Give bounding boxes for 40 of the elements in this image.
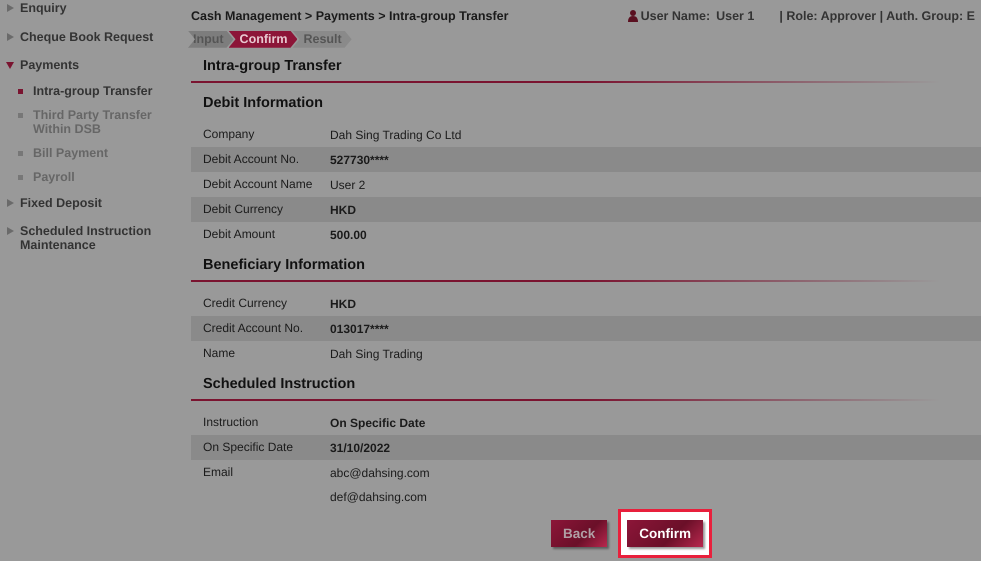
field-value: 013017**** xyxy=(330,320,389,338)
role-info: | Role: Approver | Auth. Group: E xyxy=(779,8,975,25)
field-value: HKD xyxy=(330,202,356,219)
field-label: Debit Account No. xyxy=(202,150,300,168)
field-value: Dah Sing Trading Co Ltd xyxy=(330,126,462,144)
field-label: Debit Amount xyxy=(202,226,276,243)
user-icon xyxy=(628,10,638,22)
back-button[interactable]: Back xyxy=(550,520,608,547)
sidebar-item[interactable]: Enquiry xyxy=(20,1,160,15)
sidebar-item[interactable]: Payments xyxy=(20,58,160,72)
field-label: Name xyxy=(202,344,236,362)
page-title: Intra-group Transfer xyxy=(202,58,343,75)
section-title: Debit Information xyxy=(202,94,324,112)
user-name-label: User Name: xyxy=(640,8,710,25)
confirm-button[interactable]: Confirm xyxy=(627,520,704,547)
field-value: def@dahsing.com xyxy=(330,488,428,506)
field-value: abc@dahsing.com xyxy=(330,464,430,482)
section-title: Scheduled Instruction xyxy=(202,376,356,393)
field-value: 31/10/2022 xyxy=(330,440,390,457)
field-label: Company xyxy=(202,126,256,143)
field-label: Instruction xyxy=(202,414,260,431)
field-label: Debit Currency xyxy=(202,200,284,218)
field-value: 500.00 xyxy=(330,226,367,244)
field-value: On Specific Date xyxy=(330,414,426,432)
field-value: User 2 xyxy=(330,176,366,194)
sidebar-item[interactable]: Fixed Deposit xyxy=(20,196,160,210)
field-label: Credit Currency xyxy=(202,294,288,312)
sidebar-item[interactable]: Cheque Book Request xyxy=(20,30,160,44)
sidebar-item[interactable]: Scheduled Instruction Maintenance xyxy=(20,224,160,252)
section-title: Beneficiary Information xyxy=(202,256,366,274)
breadcrumb: Cash Management > Payments > Intra-group Transfer xyxy=(191,8,508,25)
field-label: On Specific Date xyxy=(202,438,294,456)
field-label: Credit Account No. xyxy=(202,320,304,337)
field-value: Dah Sing Trading xyxy=(330,346,423,363)
field-value: HKD xyxy=(330,296,356,313)
field-label: Debit Account Name xyxy=(202,176,314,193)
user-name: User 1 xyxy=(716,8,754,25)
field-value: 527730**** xyxy=(330,152,389,169)
field-label: Email xyxy=(202,464,234,481)
sidebar-subitem[interactable]: Intra-group Transfer xyxy=(33,84,158,98)
